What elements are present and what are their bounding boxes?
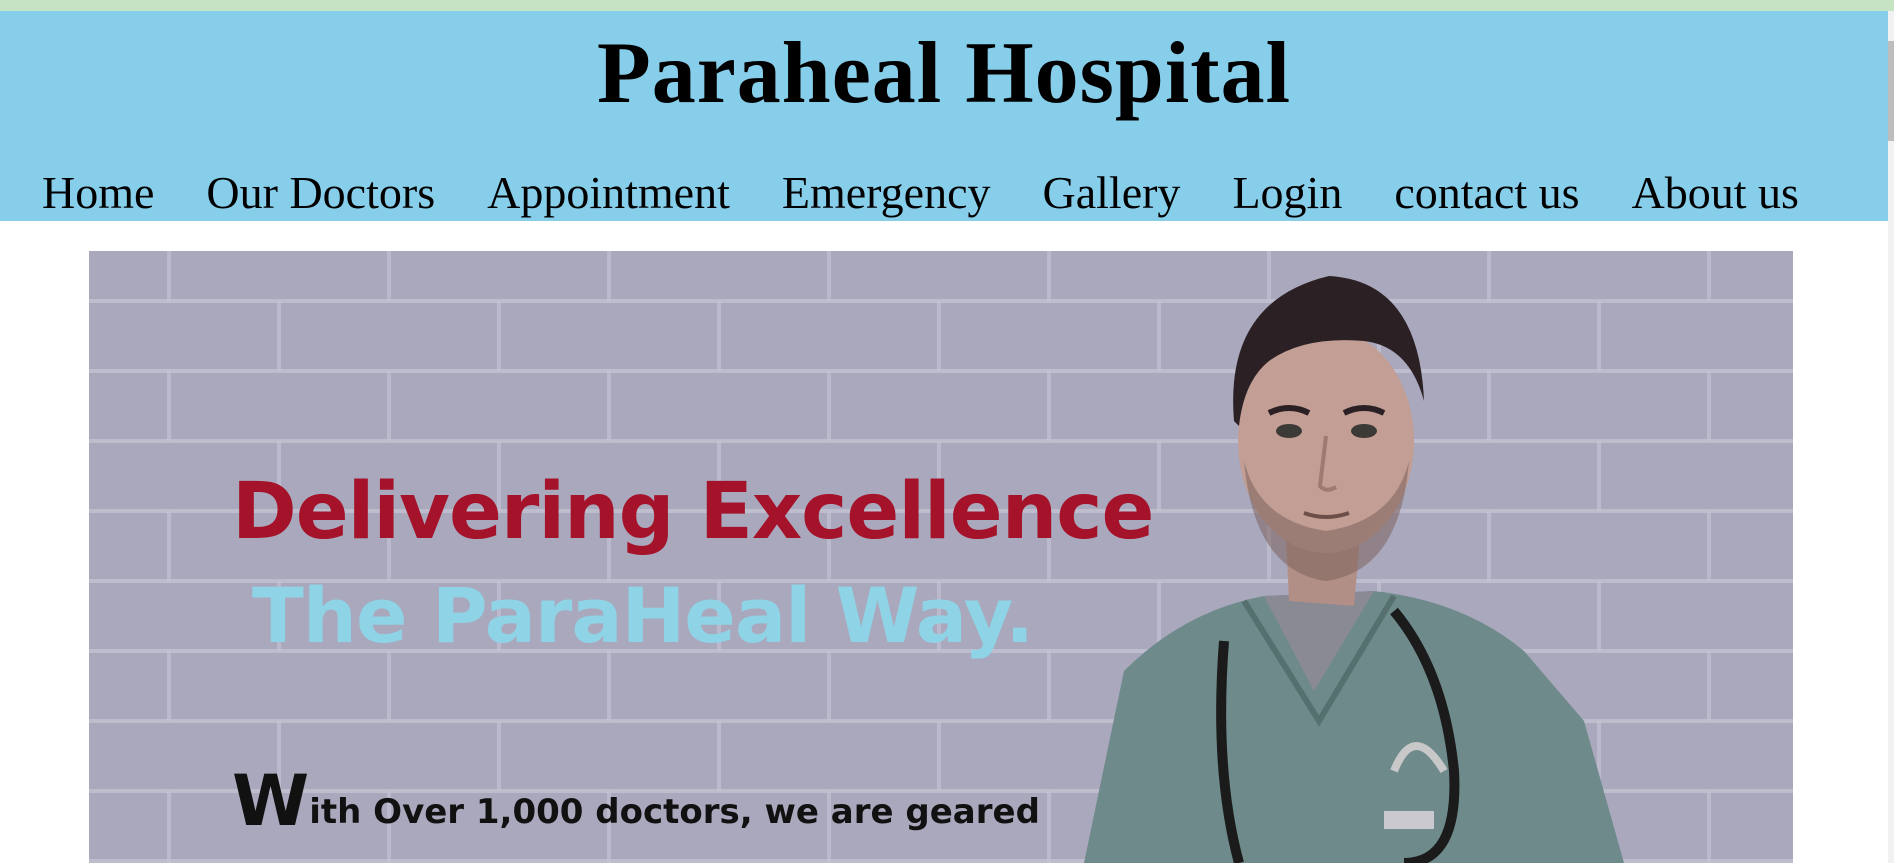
nav-gallery[interactable]: Gallery <box>1043 166 1181 219</box>
site-header: Paraheal Hospital Home Our Doctors Appoi… <box>0 11 1888 221</box>
top-strip <box>0 0 1894 11</box>
hero-banner: Delivering Excellence The ParaHeal Way. … <box>89 251 1793 863</box>
hero-body-drop-cap: W <box>232 760 310 842</box>
nav-about-us[interactable]: About us <box>1632 166 1799 219</box>
doctor-photo <box>1084 276 1624 863</box>
hero-heading-delivering-excellence: Delivering Excellence <box>232 467 1154 557</box>
nav-login[interactable]: Login <box>1232 166 1342 219</box>
hero-body-line: ith Over 1,000 doctors, we are geared <box>309 792 1040 832</box>
nav-appointment[interactable]: Appointment <box>487 166 730 219</box>
hero-body-text: With Over 1,000 doctors, we are geared <box>232 766 1040 836</box>
nav-contact-us[interactable]: contact us <box>1394 166 1579 219</box>
nav-our-doctors[interactable]: Our Doctors <box>206 166 435 219</box>
main-nav: Home Our Doctors Appointment Emergency G… <box>42 161 1851 223</box>
nav-home[interactable]: Home <box>42 166 154 219</box>
scrollbar[interactable] <box>1888 11 1894 863</box>
hero-heading-paraheal-way: The ParaHeal Way. <box>252 571 1034 660</box>
nav-emergency[interactable]: Emergency <box>782 166 991 219</box>
scrollbar-thumb[interactable] <box>1888 41 1894 141</box>
site-title: Paraheal Hospital <box>596 25 1292 122</box>
